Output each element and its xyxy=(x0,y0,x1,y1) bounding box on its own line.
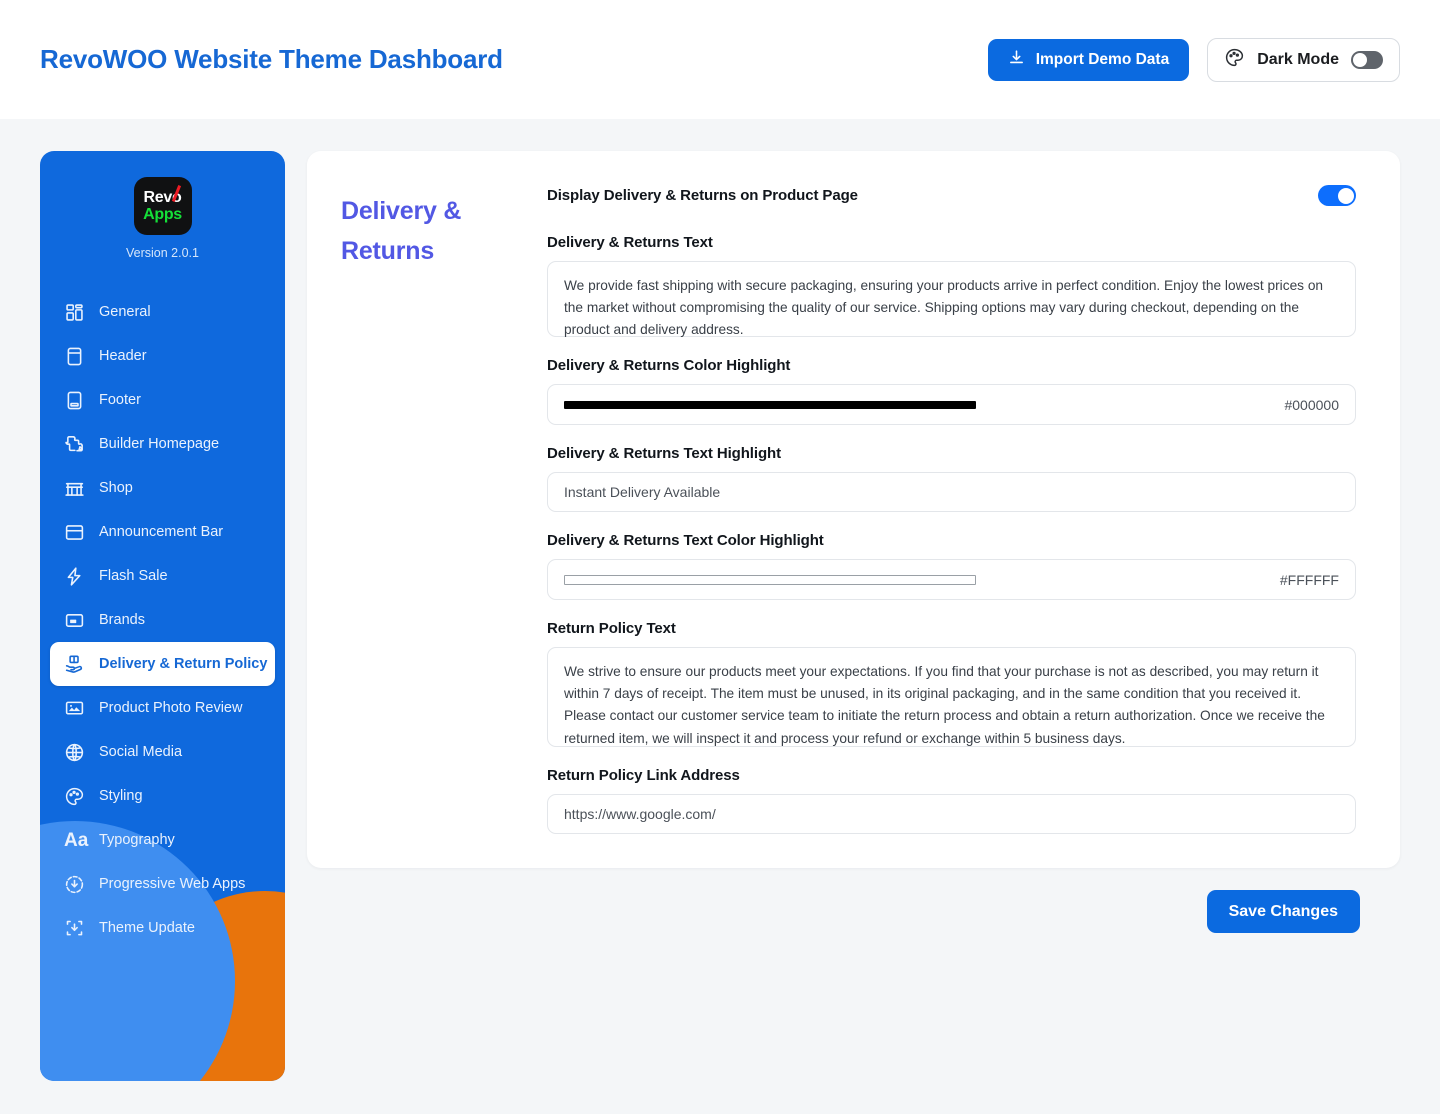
sidebar-item-label: Typography xyxy=(99,832,175,848)
return-policy-link-field: Return Policy Link Address https://www.g… xyxy=(547,767,1356,834)
lightning-bolt-icon xyxy=(64,566,85,587)
sidebar-item-shop[interactable]: Shop xyxy=(50,466,275,510)
text-color-highlight-picker[interactable]: #FFFFFF xyxy=(547,559,1356,600)
color-hex-value: #000000 xyxy=(1284,396,1339,413)
text-highlight-label: Delivery & Returns Text Highlight xyxy=(547,445,781,462)
update-download-icon xyxy=(64,918,85,939)
package-hand-icon xyxy=(64,654,85,675)
sidebar-item-typography[interactable]: Aa Typography xyxy=(50,818,275,862)
delivery-returns-text-field: Delivery & Returns Text We provide fast … xyxy=(547,234,1356,337)
return-policy-textarea[interactable]: We strive to ensure our products meet yo… xyxy=(547,647,1356,747)
return-policy-link-input[interactable]: https://www.google.com/ xyxy=(547,794,1356,834)
settings-card: Delivery & Returns Display Delivery & Re… xyxy=(307,151,1400,868)
sidebar-item-flash-sale[interactable]: Flash Sale xyxy=(50,554,275,598)
sidebar-item-theme-update[interactable]: Theme Update xyxy=(50,906,275,950)
color-highlight-label: Delivery & Returns Color Highlight xyxy=(547,357,791,374)
display-toggle-label: Display Delivery & Returns on Product Pa… xyxy=(547,187,858,204)
delivery-returns-color-highlight-field: Delivery & Returns Color Highlight #0000… xyxy=(547,357,1356,425)
palette-icon xyxy=(1224,47,1245,73)
storefront-icon xyxy=(64,478,85,499)
save-row: Save Changes xyxy=(307,868,1400,933)
color-highlight-picker[interactable]: #000000 xyxy=(547,384,1356,425)
download-icon xyxy=(1008,49,1025,71)
sidebar-item-brands[interactable]: Brands xyxy=(50,598,275,642)
grid-icon xyxy=(64,302,85,323)
sidebar: Revo Apps Version 2.0.1 General Header F… xyxy=(40,151,285,1081)
delivery-returns-text-color-highlight-field: Delivery & Returns Text Color Highlight … xyxy=(547,532,1356,600)
top-bar-actions: Import Demo Data Dark Mode xyxy=(987,37,1400,82)
display-toggle-switch[interactable] xyxy=(1318,185,1356,206)
color-swatch-black[interactable] xyxy=(564,400,976,409)
import-demo-data-button[interactable]: Import Demo Data xyxy=(987,38,1190,81)
sidebar-item-label: Builder Homepage xyxy=(99,436,220,452)
app-logo: Revo Apps xyxy=(133,177,192,235)
sidebar-nav: General Header Footer Builder Homepage S… xyxy=(40,290,285,950)
globe-icon xyxy=(64,742,85,763)
sidebar-item-general[interactable]: General xyxy=(50,290,275,334)
sidebar-item-delivery-return-policy[interactable]: Delivery & Return Policy xyxy=(50,642,275,686)
sidebar-item-header[interactable]: Header xyxy=(50,334,275,378)
version-label: Version 2.0.1 xyxy=(126,246,199,260)
dark-mode-switch[interactable] xyxy=(1351,50,1383,69)
footer-panel-icon xyxy=(64,390,85,411)
page-layout: Revo Apps Version 2.0.1 General Header F… xyxy=(0,119,1440,1081)
sidebar-item-label: General xyxy=(99,304,151,320)
page-title: RevoWOO Website Theme Dashboard xyxy=(40,44,503,74)
sidebar-item-label: Delivery & Return Policy xyxy=(99,656,268,672)
typography-aa-icon: Aa xyxy=(64,829,89,851)
delivery-returns-textarea[interactable]: We provide fast shipping with secure pac… xyxy=(547,261,1356,337)
import-demo-data-label: Import Demo Data xyxy=(1035,50,1170,68)
sidebar-item-label: Brands xyxy=(99,612,145,628)
puzzle-edit-icon xyxy=(64,434,85,455)
sidebar-item-label: Header xyxy=(99,348,147,364)
sidebar-item-footer[interactable]: Footer xyxy=(50,378,275,422)
sidebar-item-label: Shop xyxy=(99,480,133,496)
photo-icon xyxy=(64,698,85,719)
download-circle-icon xyxy=(64,874,85,895)
sidebar-item-label: Social Media xyxy=(99,744,183,760)
delivery-returns-text-label: Delivery & Returns Text xyxy=(547,234,713,251)
sidebar-item-label: Footer xyxy=(99,392,141,408)
header-panel-icon xyxy=(64,346,85,367)
color-swatch-white[interactable] xyxy=(564,574,976,585)
return-policy-text-field: Return Policy Text We strive to ensure o… xyxy=(547,620,1356,747)
dark-mode-toggle[interactable]: Dark Mode xyxy=(1207,37,1400,82)
sidebar-item-label: Product Photo Review xyxy=(99,700,243,716)
display-on-product-page-row: Display Delivery & Returns on Product Pa… xyxy=(547,185,1356,206)
save-changes-button[interactable]: Save Changes xyxy=(1206,890,1360,933)
return-policy-link-label: Return Policy Link Address xyxy=(547,767,740,784)
sidebar-item-label: Progressive Web Apps xyxy=(99,876,246,892)
sidebar-item-progressive-web-apps[interactable]: Progressive Web Apps xyxy=(50,862,275,906)
settings-fields: Display Delivery & Returns on Product Pa… xyxy=(547,185,1356,834)
dark-mode-label: Dark Mode xyxy=(1257,50,1339,68)
return-policy-text-label: Return Policy Text xyxy=(547,620,676,637)
text-color-highlight-label: Delivery & Returns Text Color Highlight xyxy=(547,532,824,549)
sidebar-item-announcement-bar[interactable]: Announcement Bar xyxy=(50,510,275,554)
text-highlight-input[interactable]: Instant Delivery Available xyxy=(547,472,1356,512)
palette-icon xyxy=(64,786,85,807)
image-tag-icon xyxy=(64,610,85,631)
logo-secondary-text: Apps xyxy=(143,205,182,223)
sidebar-item-label: Announcement Bar xyxy=(99,524,224,540)
top-bar: RevoWOO Website Theme Dashboard Import D… xyxy=(0,0,1440,119)
sidebar-item-label: Styling xyxy=(99,788,143,804)
panel-title: Delivery & Returns xyxy=(341,197,462,265)
sidebar-item-styling[interactable]: Styling xyxy=(50,774,275,818)
text-color-hex-value: #FFFFFF xyxy=(1279,571,1339,588)
delivery-returns-text-highlight-field: Delivery & Returns Text Highlight Instan… xyxy=(547,445,1356,512)
sidebar-item-builder-homepage[interactable]: Builder Homepage xyxy=(50,422,275,466)
sidebar-item-product-photo-review[interactable]: Product Photo Review xyxy=(50,686,275,730)
sidebar-item-social-media[interactable]: Social Media xyxy=(50,730,275,774)
sidebar-item-label: Theme Update xyxy=(99,920,195,936)
sidebar-item-label: Flash Sale xyxy=(99,568,168,584)
announcement-bar-icon xyxy=(64,522,85,543)
